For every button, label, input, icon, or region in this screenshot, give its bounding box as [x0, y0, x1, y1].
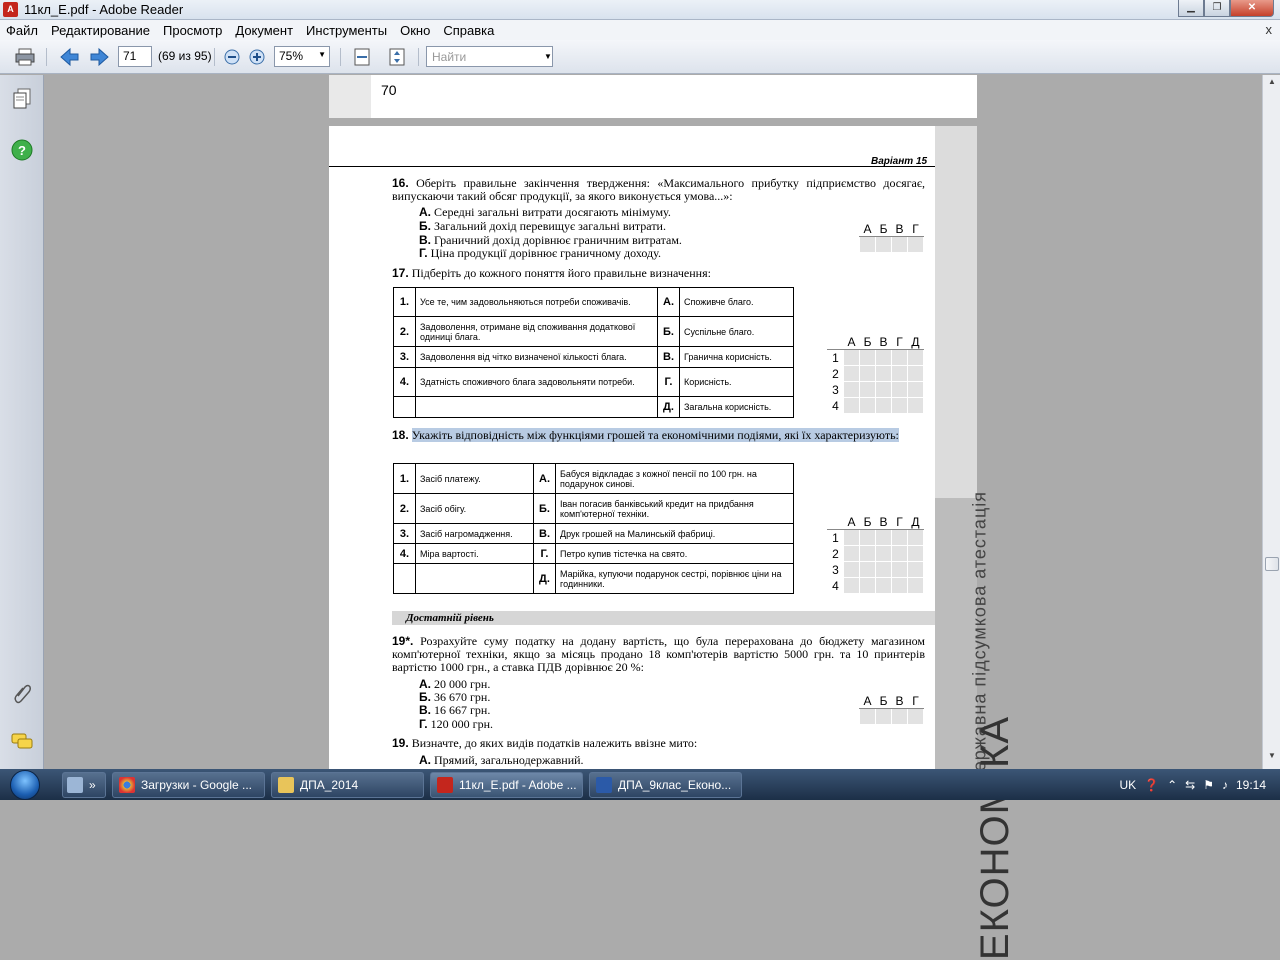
option: А. Прямий, загальнодержавний. — [419, 753, 584, 767]
windows-logo-icon — [10, 770, 40, 800]
zoom-out-icon[interactable] — [221, 47, 243, 67]
scroll-up-icon[interactable]: ▲ — [1265, 77, 1279, 91]
network-icon[interactable]: ⇆ — [1185, 778, 1195, 792]
zoom-in-icon[interactable] — [246, 47, 268, 67]
menu-document[interactable]: Документ — [235, 23, 293, 38]
minimize-button[interactable]: ▁ — [1178, 0, 1204, 17]
option: Б. Загальний дохід перевищує загальні ви… — [419, 219, 666, 233]
close-button[interactable]: ✕ — [1230, 0, 1274, 17]
page-count: (69 из 95) — [158, 49, 212, 63]
subject-title: ЕКОНОМІКА — [973, 716, 1017, 960]
volume-icon[interactable]: ♪ — [1222, 778, 1228, 792]
navigation-panel: ? — [0, 75, 44, 769]
taskbar-item-word[interactable]: ДПА_9клас_Еконо... — [589, 772, 742, 798]
matching-table-18: 1. Засіб платежу. А. Бабуся відкладає з кож… — [393, 463, 794, 594]
next-page-icon[interactable] — [89, 47, 111, 67]
menu-edit[interactable]: Редактирование — [51, 23, 150, 38]
selected-text[interactable]: Укажіть відповідність між функціями грош… — [411, 428, 899, 442]
title-bar: A 11кл_Е.pdf - Adobe Reader ▁ ❐ ✕ — [0, 0, 1280, 20]
option: Г. Ціна продукції дорівнює граничному до… — [419, 246, 661, 260]
menu-view[interactable]: Просмотр — [163, 23, 222, 38]
help-icon[interactable]: ? — [11, 139, 33, 161]
scroll-down-icon[interactable]: ▼ — [1265, 751, 1279, 765]
menu-window[interactable]: Окно — [400, 23, 430, 38]
option: А. Середні загальні витрати досягають мі… — [419, 205, 671, 219]
option: В. 16 667 грн. — [419, 703, 491, 717]
page-number-input[interactable]: 71 — [118, 46, 152, 67]
question-18: 18. Укажіть відповідність між функціями … — [392, 428, 899, 442]
menu-bar: Файл Редактирование Просмотр Документ Ин… — [0, 20, 1280, 40]
section-title: Достатній рівень — [392, 611, 935, 625]
start-button[interactable] — [4, 769, 50, 800]
close-document-icon[interactable]: x — [1266, 22, 1273, 37]
scrollbar-thumb[interactable] — [1265, 557, 1279, 571]
answer-grid-16: АБВГ — [859, 220, 924, 253]
word-icon — [596, 777, 612, 793]
comments-icon[interactable] — [11, 731, 33, 753]
taskbar-item-folder[interactable]: ДПА_2014 — [271, 772, 424, 798]
fit-width-icon[interactable] — [351, 47, 373, 67]
menu-help[interactable]: Справка — [443, 23, 494, 38]
show-desktop-icon[interactable]: » — [62, 772, 106, 798]
answer-grid-17: АБВГД 1 2 3 4 — [827, 333, 924, 414]
system-tray: UK ❓ ⌃ ⇆ ⚑ ♪ 19:14 — [1115, 769, 1280, 800]
zoom-select[interactable]: 75% ▼ — [274, 46, 330, 67]
previous-page: 70 — [329, 75, 977, 118]
find-input[interactable]: Найти — [426, 46, 553, 67]
previous-page-icon[interactable] — [58, 47, 80, 67]
toolbar: 71 (69 из 95) 75% ▼ Найти ▼ — [0, 40, 1280, 74]
question-19-star: 19*. Розрахуйте суму податку на додану в… — [392, 634, 926, 674]
answer-grid-18: АБВГД 1 2 3 4 — [827, 513, 924, 594]
vertical-scrollbar[interactable]: ▲ ▼ — [1262, 75, 1280, 769]
svg-text:?: ? — [18, 143, 26, 158]
taskbar-item-adobe[interactable]: 11кл_Е.pdf - Adobe ... — [430, 772, 583, 798]
help-tray-icon[interactable]: ❓ — [1144, 778, 1159, 792]
clock[interactable]: 19:14 — [1236, 778, 1266, 792]
find-options-chevron-icon[interactable]: ▼ — [544, 52, 552, 61]
maximize-button[interactable]: ❐ — [1204, 0, 1230, 17]
option: Г. 120 000 грн. — [419, 717, 493, 731]
pdf-page: Державна підсумкова атестація ЕКОНОМІКА … — [329, 126, 1017, 960]
menu-tools[interactable]: Инструменты — [306, 23, 387, 38]
question-16: 16. Оберіть правильне закінчення твердже… — [392, 176, 925, 203]
folder-icon — [278, 777, 294, 793]
fit-page-icon[interactable] — [386, 47, 408, 67]
print-icon[interactable] — [14, 47, 36, 67]
attachment-icon[interactable] — [11, 682, 33, 704]
taskbar: » Загрузки - Google ... ДПА_2014 11кл_Е.… — [0, 769, 1280, 800]
window-title: 11кл_Е.pdf - Adobe Reader — [24, 2, 184, 17]
pages-icon[interactable] — [11, 88, 33, 110]
language-indicator[interactable]: UK — [1119, 778, 1136, 792]
question-19: 19. Визначте, до яких видів податків нал… — [392, 736, 698, 750]
question-17: 17. Підберіть до кожного поняття його пр… — [392, 266, 711, 280]
page-number: 70 — [381, 82, 397, 98]
matching-table-17: 1. Усе те, чим задовольняються потреби сп… — [393, 287, 794, 418]
adobe-reader-icon: A — [3, 2, 18, 17]
chevron-down-icon: ▼ — [318, 50, 326, 59]
menu-file[interactable]: Файл — [6, 23, 38, 38]
chrome-icon — [119, 777, 135, 793]
flag-icon[interactable]: ⚑ — [1203, 778, 1214, 792]
adobe-reader-icon — [437, 777, 453, 793]
taskbar-item-chrome[interactable]: Загрузки - Google ... — [112, 772, 265, 798]
tray-arrow-icon[interactable]: ⌃ — [1167, 778, 1177, 792]
answer-grid-19: АБВГ — [859, 692, 924, 725]
